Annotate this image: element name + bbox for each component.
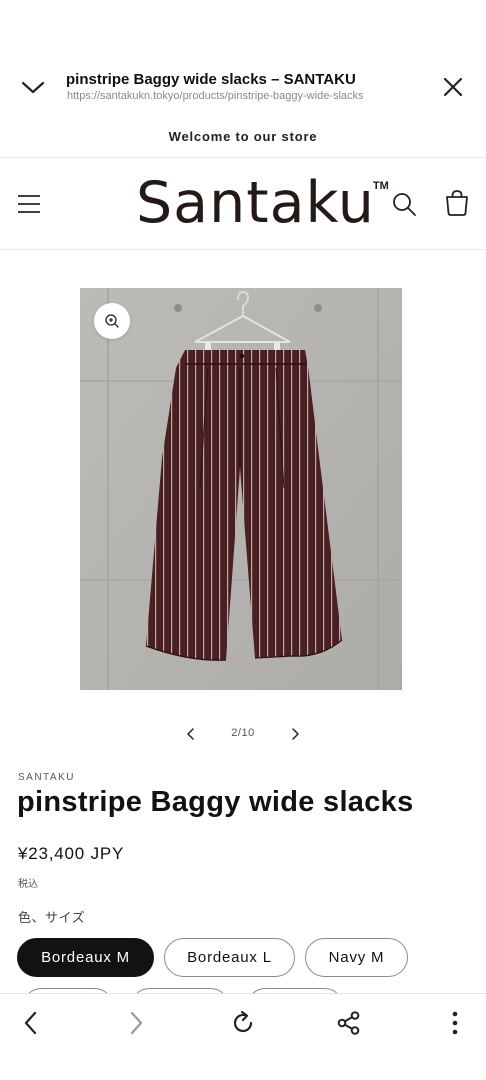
browser-bottom-bar — [0, 993, 486, 1080]
product-title: pinstripe Baggy wide slacks — [17, 786, 414, 818]
variant-bordeaux-m[interactable]: Bordeaux M — [17, 938, 154, 977]
product-vendor: SANTAKU — [18, 772, 75, 783]
tax-note: 税込 — [18, 879, 38, 890]
product-price: ¥23,400 JPY — [18, 844, 125, 863]
chevron-down-icon[interactable] — [18, 74, 48, 100]
variant-navy-m[interactable]: Navy M — [305, 938, 408, 977]
share-button[interactable] — [334, 1008, 364, 1038]
cart-icon[interactable] — [443, 189, 471, 217]
store-header: Santaku TM — [0, 158, 486, 250]
close-icon[interactable] — [440, 74, 466, 100]
page-url: https://santakukn.tokyo/products/pinstri… — [67, 90, 364, 102]
gallery-counter: 2/10 — [231, 727, 255, 739]
search-icon[interactable] — [391, 191, 417, 217]
store-logo[interactable]: Santaku TM — [136, 170, 389, 240]
logo-trademark: TM — [372, 180, 389, 192]
product-photo — [80, 288, 402, 690]
option-label: 色、サイズ — [18, 910, 86, 925]
chevron-right-icon[interactable] — [288, 726, 302, 742]
gallery-pager: 2/10 — [0, 722, 486, 746]
variant-bordeaux-l[interactable]: Bordeaux L — [164, 938, 295, 977]
share-icon — [337, 1011, 360, 1035]
back-button[interactable] — [16, 1008, 46, 1038]
chevron-left-icon[interactable] — [184, 726, 198, 742]
browser-toolbar: pinstripe Baggy wide slacks – SANTAKU ht… — [0, 0, 486, 118]
zoom-in-icon — [105, 314, 119, 328]
page-title: pinstripe Baggy wide slacks – SANTAKU — [66, 71, 356, 88]
reload-button[interactable] — [228, 1008, 258, 1038]
logo-text: Santaku — [136, 170, 375, 236]
reload-icon — [233, 1010, 253, 1033]
zoom-button[interactable] — [94, 303, 130, 339]
product-image[interactable] — [80, 288, 402, 690]
more-vertical-icon — [452, 1011, 458, 1035]
arrow-left-icon — [24, 1011, 37, 1035]
forward-button[interactable] — [121, 1008, 151, 1038]
arrow-right-icon — [130, 1011, 143, 1035]
more-button[interactable] — [440, 1008, 470, 1038]
hamburger-icon[interactable] — [16, 192, 42, 216]
announcement-bar: Welcome to our store — [0, 118, 486, 158]
